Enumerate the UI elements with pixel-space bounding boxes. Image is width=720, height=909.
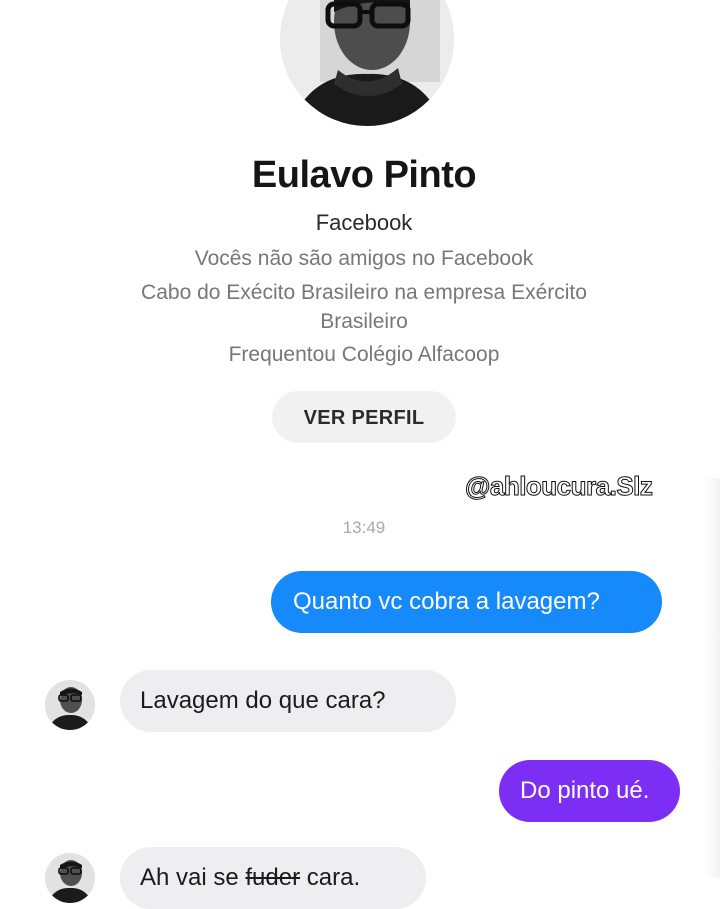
watermark: @ahloucura.Slz <box>464 471 653 502</box>
message-text: Do pinto ué. <box>520 777 650 804</box>
message-text-end: cara. <box>300 864 361 891</box>
profile-avatar[interactable] <box>280 0 454 126</box>
message-sent[interactable]: Do pinto ué. <box>499 760 680 822</box>
contact-avatar[interactable] <box>45 853 95 903</box>
contact-avatar[interactable] <box>45 680 95 730</box>
message-received[interactable]: Lavagem do que cara? <box>120 670 456 732</box>
message-text: Quanto vc cobra a lavagem? <box>293 588 600 615</box>
profile-source: Facebook <box>315 210 413 235</box>
friend-status: Vocês não são amigos no Facebook <box>194 247 534 270</box>
message-received[interactable]: Ah vai se fuder cara. <box>120 847 426 909</box>
message-text: Lavagem do que cara? <box>140 687 386 714</box>
right-edge-shadow <box>705 478 720 878</box>
work-info-line2: Brasileiro <box>320 310 408 333</box>
message-timestamp: 13:49 <box>342 518 386 537</box>
profile-name: Eulavo Pinto <box>251 154 477 196</box>
message-sent[interactable]: Quanto vc cobra a lavagem? <box>271 571 662 633</box>
message-text-struck: fuder <box>245 864 301 891</box>
education-info: Frequentou Colégio Alfacoop <box>228 343 500 366</box>
view-profile-button[interactable]: VER PERFIL <box>272 391 456 443</box>
work-info-line1: Cabo do Exécito Brasileiro na empresa Ex… <box>141 281 587 304</box>
message-text-start: Ah vai se <box>140 864 246 891</box>
